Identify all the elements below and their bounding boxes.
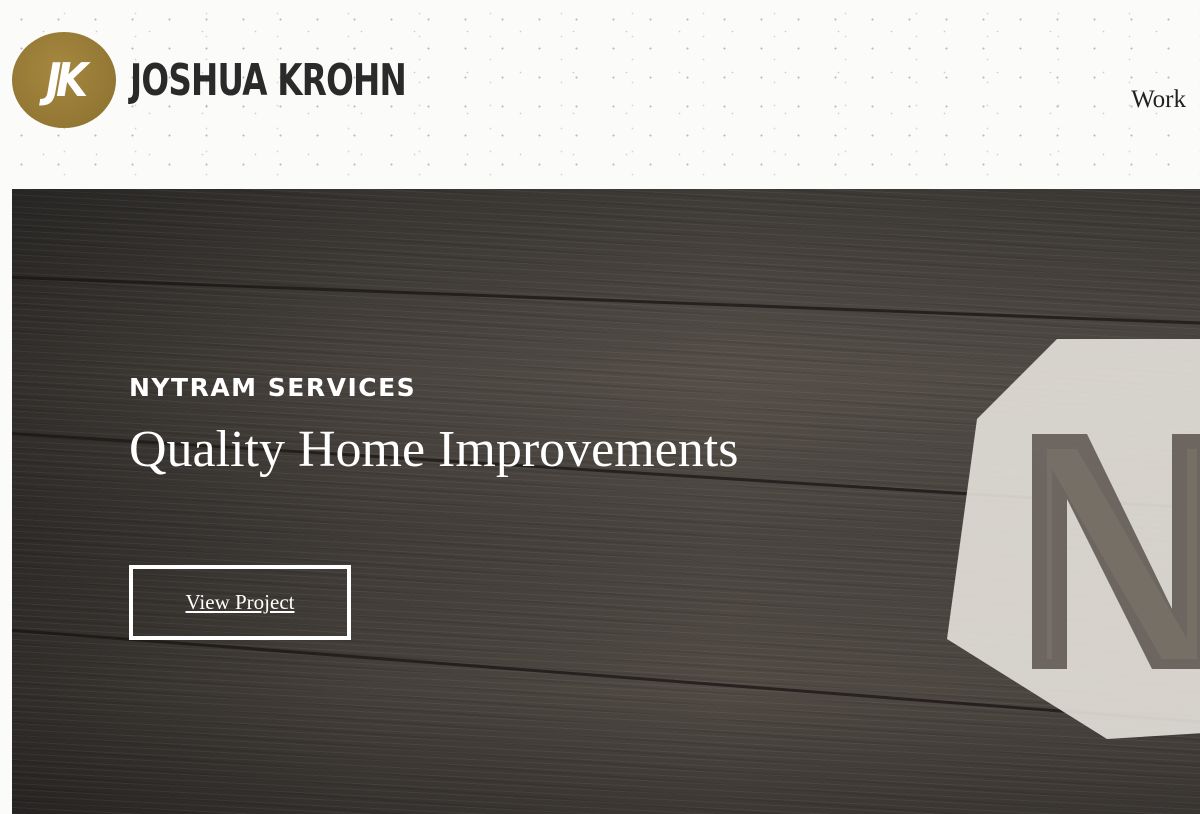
hexagon-n-logo-icon xyxy=(947,339,1200,739)
site-header: JK JOSHUA KROHN Work xyxy=(0,0,1200,190)
hero-banner: NYTRAM SERVICES Quality Home Improvement… xyxy=(12,189,1200,814)
project-client: NYTRAM SERVICES xyxy=(129,373,417,402)
project-headline: Quality Home Improvements xyxy=(129,421,739,478)
nav-item-work[interactable]: Work xyxy=(1131,86,1186,114)
hero-content: NYTRAM SERVICES Quality Home Improvement… xyxy=(129,373,738,479)
monogram-text: JK xyxy=(45,53,88,107)
logo-link[interactable]: JK JOSHUA KROHN xyxy=(12,32,503,128)
view-project-button[interactable]: View Project xyxy=(129,565,351,640)
jk-monogram-icon: JK xyxy=(12,32,116,128)
brand-name: JOSHUA KROHN xyxy=(130,54,407,106)
